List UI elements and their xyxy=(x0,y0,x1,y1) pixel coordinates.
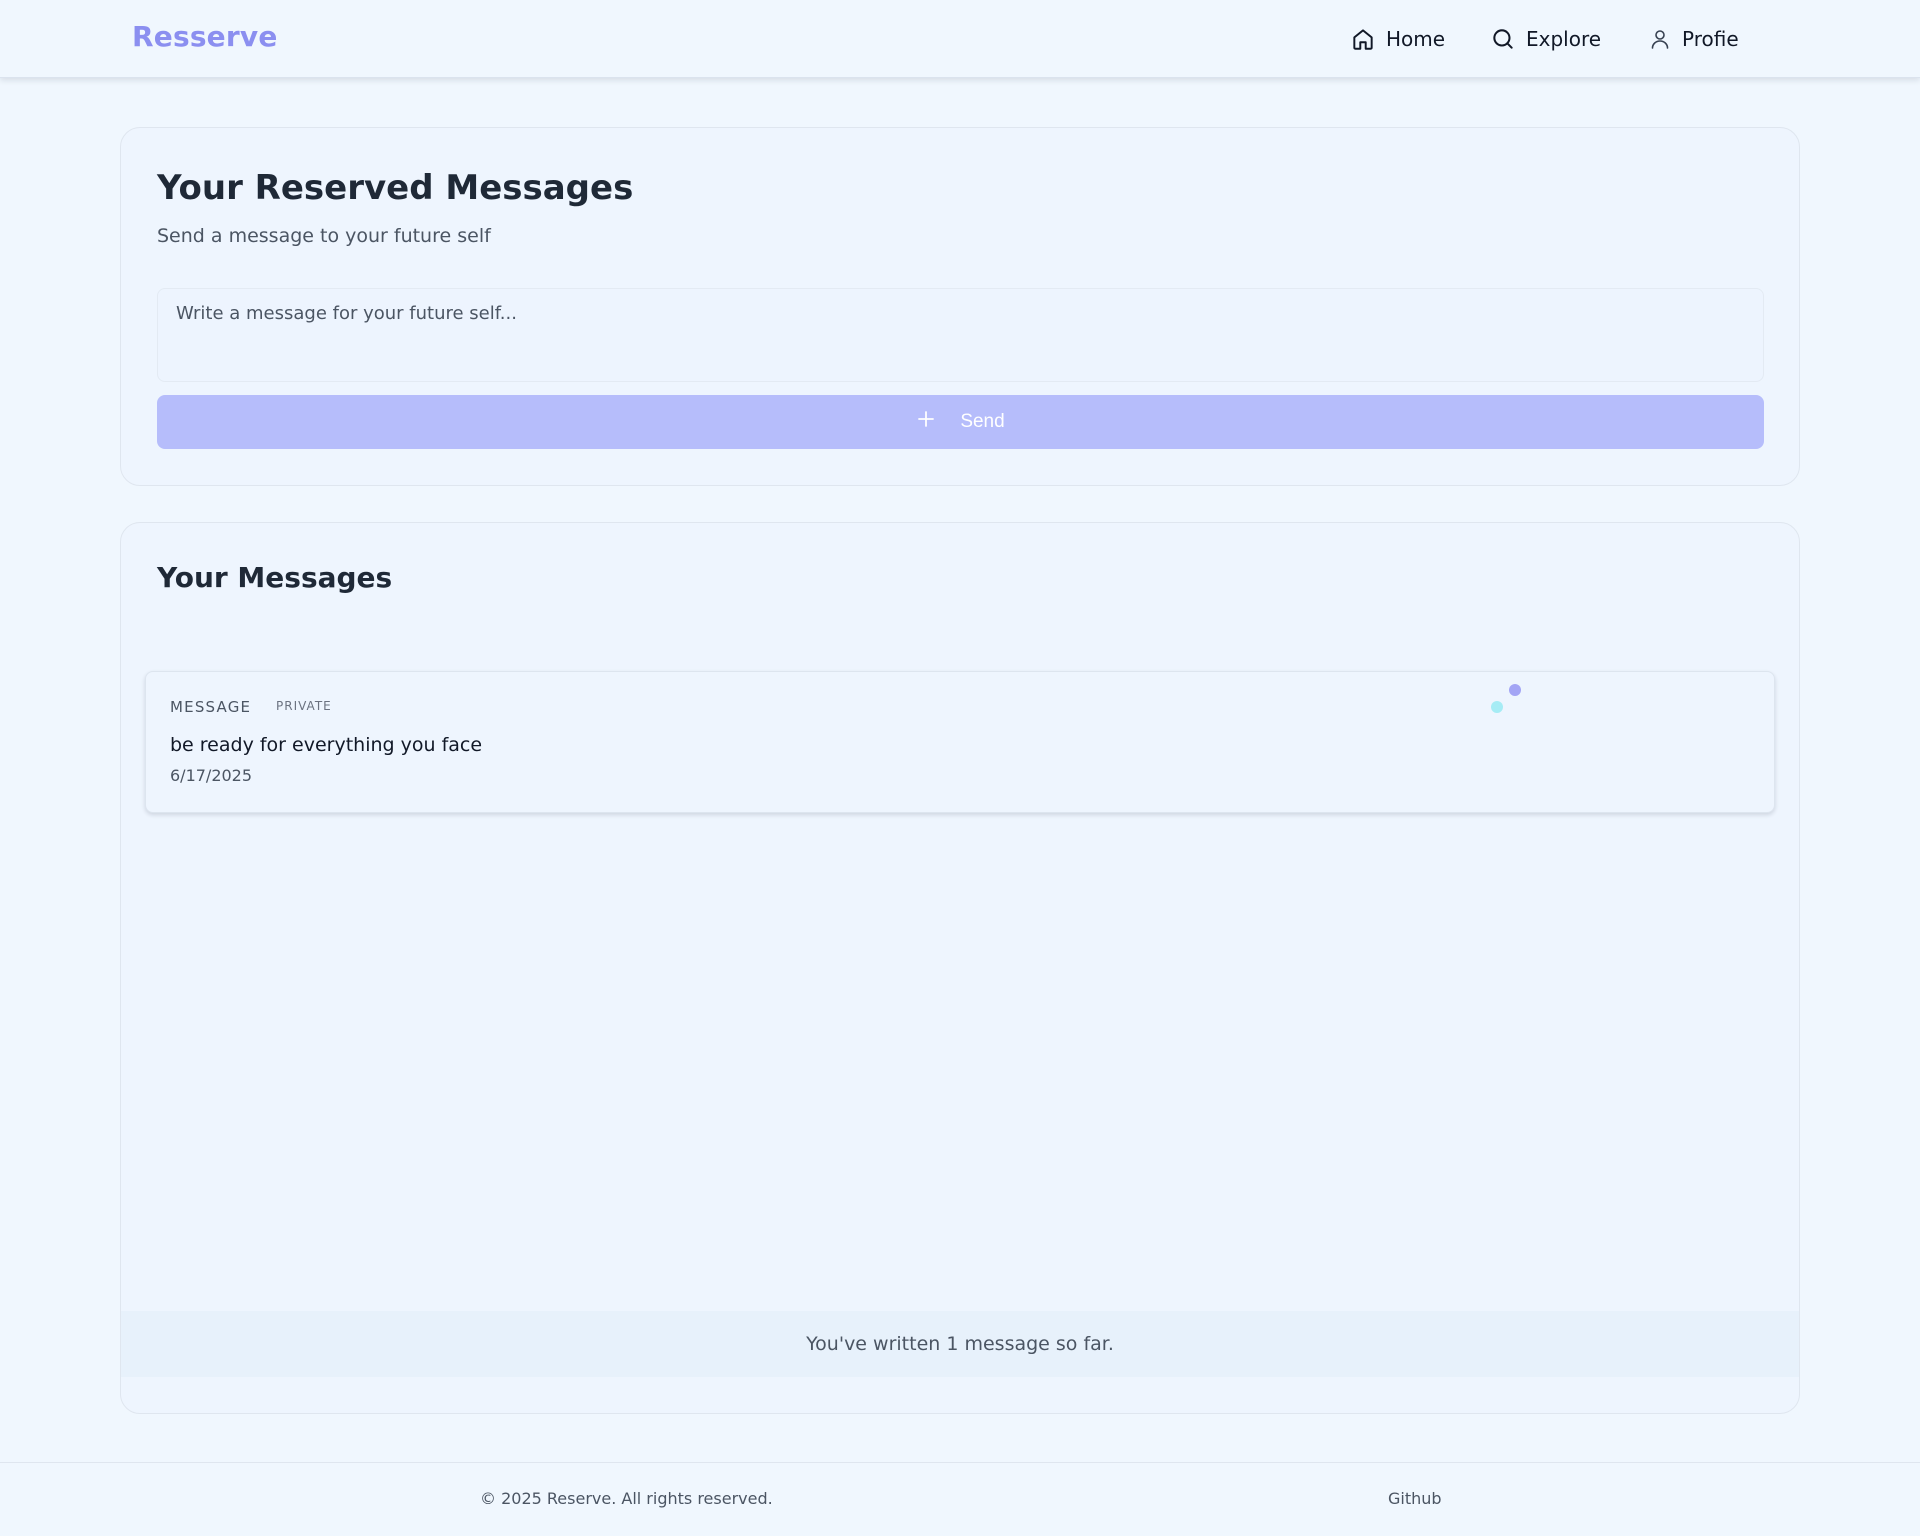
brand-logo[interactable]: Resserve xyxy=(132,20,278,53)
nav-explore-link[interactable]: Explore xyxy=(1490,0,1601,78)
top-navbar: Resserve Home Explore Profie xyxy=(0,0,1920,78)
decorative-dot-cyan xyxy=(1491,701,1503,713)
send-button[interactable]: Send xyxy=(157,395,1764,449)
nav-profile-link[interactable]: Profie xyxy=(1648,0,1739,78)
page-subtitle: Send a message to your future self xyxy=(157,225,491,247)
search-icon xyxy=(1490,26,1516,52)
message-count-text: You've written 1 message so far. xyxy=(806,1333,1114,1355)
nav-profile-label: Profie xyxy=(1682,27,1739,51)
messages-card: Your Messages MESSAGE PRIVATE be ready f… xyxy=(120,522,1800,1414)
github-link[interactable]: Github xyxy=(1388,1489,1442,1508)
message-type-label: MESSAGE xyxy=(170,698,252,716)
message-visibility-badge: PRIVATE xyxy=(276,699,332,713)
page-footer: © 2025 Reserve. All rights reserved. Git… xyxy=(0,1462,1920,1536)
message-date: 6/17/2025 xyxy=(170,766,253,785)
message-input[interactable] xyxy=(157,288,1764,382)
plus-icon xyxy=(916,409,936,435)
message-text: be ready for everything you face xyxy=(170,734,483,756)
user-icon xyxy=(1648,27,1672,51)
decorative-dot-purple xyxy=(1509,684,1521,696)
message-list-item[interactable]: MESSAGE PRIVATE be ready for everything … xyxy=(145,671,1775,813)
nav-home-label: Home xyxy=(1386,27,1446,51)
message-count-bar: You've written 1 message so far. xyxy=(121,1311,1799,1377)
messages-section-title: Your Messages xyxy=(157,561,393,594)
send-button-label: Send xyxy=(960,411,1005,432)
compose-card: Your Reserved Messages Send a message to… xyxy=(120,127,1800,486)
nav-explore-label: Explore xyxy=(1526,27,1602,51)
copyright-text: © 2025 Reserve. All rights reserved. xyxy=(480,1489,773,1508)
page-title: Your Reserved Messages xyxy=(157,168,634,208)
home-icon xyxy=(1350,26,1376,52)
nav-home-link[interactable]: Home xyxy=(1350,0,1445,78)
